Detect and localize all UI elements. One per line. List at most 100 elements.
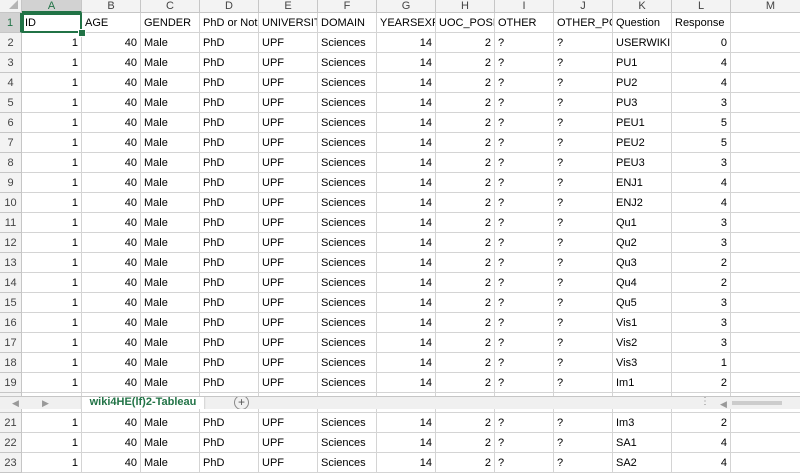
scrollbar-thumb[interactable] [732, 401, 782, 405]
table-cell[interactable]: 2 [436, 153, 495, 173]
table-cell[interactable]: 14 [377, 113, 436, 133]
header-cell[interactable]: AGE [82, 13, 141, 33]
table-cell[interactable]: Sciences [318, 153, 377, 173]
table-cell[interactable]: 1 [22, 373, 82, 393]
table-cell[interactable]: 3 [672, 213, 731, 233]
table-cell[interactable]: Sciences [318, 193, 377, 213]
table-cell[interactable]: Qu4 [613, 273, 672, 293]
header-cell[interactable]: Response [672, 13, 731, 33]
row-header[interactable]: 21 [0, 413, 22, 433]
table-cell[interactable]: USERWIKI [613, 33, 672, 53]
table-cell[interactable]: 1 [22, 453, 82, 473]
table-cell[interactable]: Sciences [318, 213, 377, 233]
row-header[interactable]: 14 [0, 273, 22, 293]
table-cell[interactable]: 1 [22, 293, 82, 313]
table-cell[interactable]: 3 [672, 333, 731, 353]
table-cell[interactable]: 40 [82, 53, 141, 73]
table-cell[interactable]: 14 [377, 453, 436, 473]
table-cell[interactable]: PhD [200, 173, 259, 193]
table-cell[interactable]: ? [554, 413, 613, 433]
table-cell[interactable]: Sciences [318, 93, 377, 113]
row-header[interactable]: 1 [0, 13, 22, 33]
table-cell[interactable]: 1 [22, 73, 82, 93]
table-cell[interactable]: 2 [672, 273, 731, 293]
table-cell[interactable]: 3 [672, 93, 731, 113]
row-header[interactable]: 16 [0, 313, 22, 333]
table-cell[interactable]: Sciences [318, 233, 377, 253]
table-cell[interactable]: PhD [200, 213, 259, 233]
table-cell[interactable]: 1 [22, 433, 82, 453]
table-cell[interactable]: Male [141, 353, 200, 373]
row-header[interactable]: 15 [0, 293, 22, 313]
table-cell[interactable]: PEU2 [613, 133, 672, 153]
add-sheet-button[interactable]: + [234, 397, 249, 409]
table-cell[interactable]: 2 [436, 133, 495, 153]
table-cell[interactable]: ? [495, 53, 554, 73]
table-cell[interactable]: UPF [259, 213, 318, 233]
table-cell[interactable]: 2 [436, 413, 495, 433]
table-cell[interactable]: 2 [436, 93, 495, 113]
table-cell[interactable] [731, 73, 800, 93]
table-cell[interactable]: 14 [377, 333, 436, 353]
table-cell[interactable]: ? [554, 93, 613, 113]
table-cell[interactable]: 2 [436, 293, 495, 313]
table-cell[interactable]: Male [141, 333, 200, 353]
table-cell[interactable]: 40 [82, 193, 141, 213]
table-cell[interactable]: PU3 [613, 93, 672, 113]
table-cell[interactable]: PhD [200, 153, 259, 173]
table-cell[interactable]: ? [495, 93, 554, 113]
table-cell[interactable]: Sciences [318, 413, 377, 433]
table-cell[interactable]: PhD [200, 113, 259, 133]
table-cell[interactable]: Sciences [318, 173, 377, 193]
table-cell[interactable] [731, 413, 800, 433]
table-cell[interactable]: PhD [200, 133, 259, 153]
table-cell[interactable]: UPF [259, 113, 318, 133]
table-cell[interactable]: Male [141, 193, 200, 213]
table-cell[interactable]: ? [495, 213, 554, 233]
table-cell[interactable]: Vis2 [613, 333, 672, 353]
column-header-g[interactable]: G [377, 0, 436, 13]
table-cell[interactable]: Male [141, 313, 200, 333]
table-cell[interactable]: 40 [82, 333, 141, 353]
table-cell[interactable]: 2 [672, 373, 731, 393]
table-cell[interactable]: 1 [22, 53, 82, 73]
table-cell[interactable]: 40 [82, 233, 141, 253]
table-cell[interactable]: Sciences [318, 53, 377, 73]
table-cell[interactable] [731, 133, 800, 153]
table-cell[interactable]: PhD [200, 93, 259, 113]
table-cell[interactable]: 1 [22, 173, 82, 193]
table-cell[interactable] [731, 173, 800, 193]
table-cell[interactable]: 3 [672, 233, 731, 253]
table-cell[interactable]: Male [141, 433, 200, 453]
row-header[interactable]: 7 [0, 133, 22, 153]
table-cell[interactable]: ? [495, 173, 554, 193]
table-cell[interactable]: 40 [82, 273, 141, 293]
table-cell[interactable]: 14 [377, 73, 436, 93]
table-cell[interactable]: 2 [436, 333, 495, 353]
table-cell[interactable]: UPF [259, 373, 318, 393]
scroll-left-icon[interactable]: ◀ [720, 398, 727, 409]
table-cell[interactable]: Sciences [318, 73, 377, 93]
table-cell[interactable]: 1 [22, 253, 82, 273]
table-cell[interactable]: 2 [672, 253, 731, 273]
table-cell[interactable]: Vis1 [613, 313, 672, 333]
table-cell[interactable]: ? [495, 273, 554, 293]
table-cell[interactable]: 1 [22, 233, 82, 253]
next-sheet-icon[interactable]: ▶ [42, 397, 49, 409]
table-cell[interactable]: PhD [200, 353, 259, 373]
table-cell[interactable]: ? [495, 413, 554, 433]
table-cell[interactable]: Male [141, 273, 200, 293]
table-cell[interactable]: 40 [82, 73, 141, 93]
more-options-icon[interactable]: ⋮ [700, 397, 711, 407]
header-cell[interactable]: UOC_POSITION [436, 13, 495, 33]
table-cell[interactable]: PhD [200, 233, 259, 253]
column-header-h[interactable]: H [436, 0, 495, 13]
table-cell[interactable]: 4 [672, 433, 731, 453]
table-cell[interactable]: UPF [259, 293, 318, 313]
fill-handle[interactable] [78, 29, 86, 37]
table-cell[interactable]: ? [495, 113, 554, 133]
table-cell[interactable]: 14 [377, 93, 436, 113]
table-cell[interactable]: Male [141, 93, 200, 113]
table-cell[interactable]: 40 [82, 413, 141, 433]
table-cell[interactable]: UPF [259, 433, 318, 453]
